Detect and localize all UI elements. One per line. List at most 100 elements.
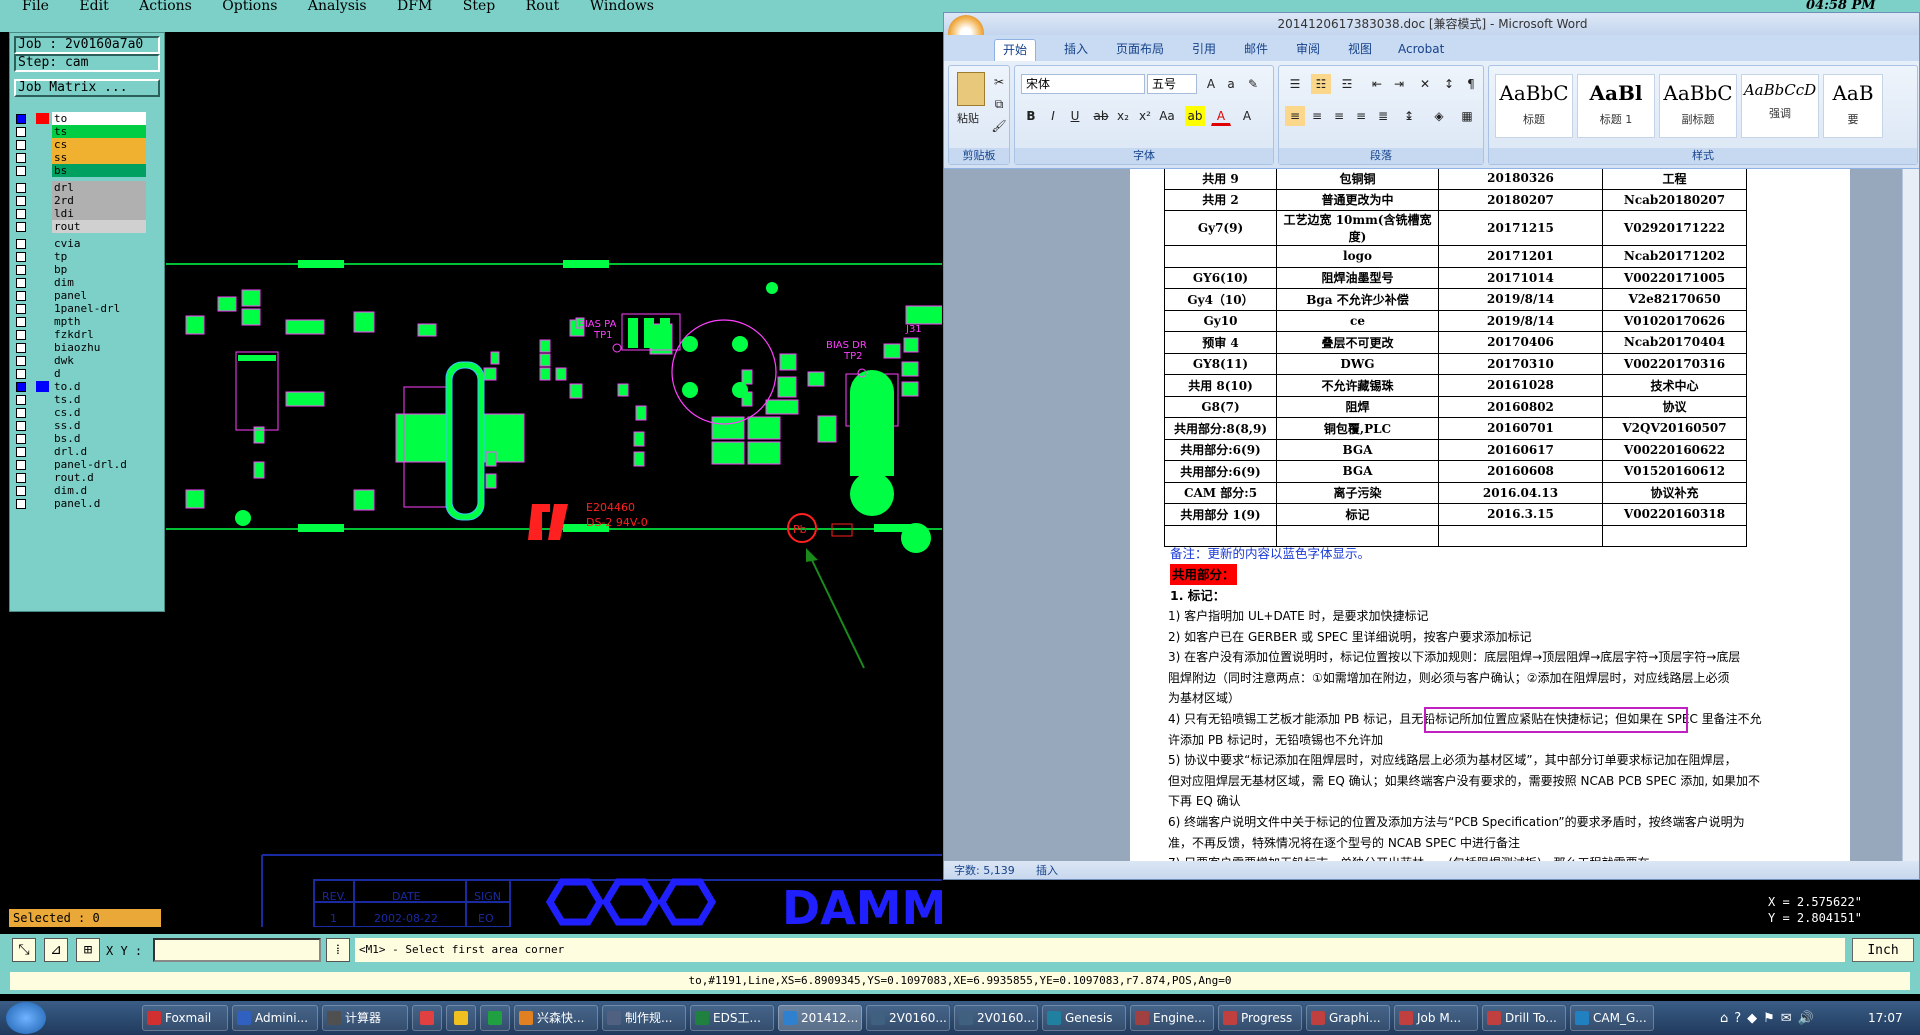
cut-icon[interactable]: ✂ xyxy=(989,72,1009,92)
layer-checkbox[interactable] xyxy=(16,356,26,366)
layer-checkbox[interactable] xyxy=(16,460,26,470)
zoom-tool-button[interactable]: ⤡ xyxy=(12,938,36,962)
align-center-icon[interactable]: ≡ xyxy=(1307,106,1327,126)
menu-file[interactable]: File xyxy=(22,0,49,13)
tab-acrobat[interactable]: Acrobat xyxy=(1398,39,1444,61)
grid-tool-button[interactable]: ⊞ xyxy=(76,938,100,962)
start-button[interactable] xyxy=(6,1002,46,1034)
layer-row[interactable]: ts xyxy=(14,125,146,138)
insert-mode[interactable]: 插入 xyxy=(1036,861,1058,879)
taskbar-item[interactable]: EDS工... xyxy=(690,1005,774,1031)
taskbar-item[interactable] xyxy=(446,1005,476,1031)
increase-indent-icon[interactable]: ⇥ xyxy=(1389,74,1409,94)
style-subtitle[interactable]: AaBbC 副标题 xyxy=(1659,74,1737,138)
borders-icon[interactable]: ▦ xyxy=(1457,106,1477,126)
taskbar-item[interactable]: Progress xyxy=(1218,1005,1302,1031)
subscript-icon[interactable]: x₂ xyxy=(1113,106,1133,126)
shading-icon[interactable]: ◈ xyxy=(1429,106,1449,126)
layer-checkbox[interactable] xyxy=(16,265,26,275)
layer-checkbox[interactable] xyxy=(16,252,26,262)
menu-analysis[interactable]: Analysis xyxy=(308,0,367,13)
show-marks-icon[interactable]: ¶ xyxy=(1461,74,1481,94)
sort-icon[interactable]: ↕ xyxy=(1439,74,1459,94)
layer-checkbox[interactable] xyxy=(16,291,26,301)
chinese-layout-icon[interactable]: ✕ xyxy=(1415,74,1435,94)
justify-icon[interactable]: ≡ xyxy=(1351,106,1371,126)
taskbar-item[interactable]: CAM_G... xyxy=(1570,1005,1654,1031)
align-right-icon[interactable]: ≡ xyxy=(1329,106,1349,126)
taskbar-item[interactable] xyxy=(412,1005,442,1031)
layer-row[interactable]: bs.d xyxy=(14,432,146,445)
genesis-graphic-canvas[interactable]: BIAS PA TP1 BIAS DR TP2 J31 E204460 DS-2… xyxy=(166,32,942,927)
layer-checkbox[interactable] xyxy=(16,317,26,327)
layer-checkbox[interactable] xyxy=(16,222,26,232)
layer-row[interactable]: ss.d xyxy=(14,419,146,432)
paste-button[interactable] xyxy=(957,72,985,106)
layer-row[interactable]: rout.d xyxy=(14,471,146,484)
layer-checkbox[interactable] xyxy=(16,166,26,176)
layer-checkbox[interactable] xyxy=(16,209,26,219)
taskbar-item[interactable]: 兴森快... xyxy=(514,1005,598,1031)
layer-row[interactable]: cs.d xyxy=(14,406,146,419)
tab-references[interactable]: 引用 xyxy=(1192,39,1216,61)
taskbar-item[interactable]: 制作规... xyxy=(602,1005,686,1031)
change-case-icon[interactable]: Aa xyxy=(1157,106,1177,126)
multilevel-icon[interactable]: ☲ xyxy=(1337,74,1357,94)
menu-windows[interactable]: Windows xyxy=(590,0,654,13)
layer-row[interactable]: 1panel-drl xyxy=(14,302,146,315)
layer-row[interactable]: ts.d xyxy=(14,393,146,406)
layer-row[interactable]: mpth xyxy=(14,315,146,328)
layer-row[interactable]: cvia xyxy=(14,237,146,250)
layer-checkbox[interactable] xyxy=(16,395,26,405)
menu-edit[interactable]: Edit xyxy=(79,0,108,13)
document-page[interactable]: 共用 9 包铜铜 20180326 工程 共用 2 普通更改为中 20180207 Ncab2… xyxy=(1130,169,1850,861)
menu-actions[interactable]: Actions xyxy=(139,0,192,13)
strikethrough-icon[interactable]: ab xyxy=(1091,106,1111,126)
layer-row[interactable]: dwk xyxy=(14,354,146,367)
layer-checkbox[interactable] xyxy=(16,140,26,150)
job-matrix-button[interactable]: Job Matrix ... xyxy=(14,79,160,97)
taskbar-item[interactable]: Job M... xyxy=(1394,1005,1478,1031)
font-size-select[interactable]: 五号 xyxy=(1147,74,1197,94)
layer-checkbox[interactable] xyxy=(16,486,26,496)
layer-row[interactable]: ss xyxy=(14,151,146,164)
distribute-icon[interactable]: ≣ xyxy=(1373,106,1393,126)
font-color-icon[interactable]: A xyxy=(1211,106,1231,126)
menu-dfm[interactable]: DFM xyxy=(397,0,432,13)
layer-row[interactable]: tp xyxy=(14,250,146,263)
bold-icon[interactable]: B xyxy=(1021,106,1041,126)
format-painter-icon[interactable]: 🖌 xyxy=(989,116,1009,136)
menu-options[interactable]: Options xyxy=(222,0,277,13)
xy-input[interactable] xyxy=(153,938,321,962)
style-emphasis[interactable]: AaBbCcD 强调 xyxy=(1741,74,1819,138)
layer-row[interactable]: drl xyxy=(14,181,146,194)
layer-row[interactable]: bs xyxy=(14,164,146,177)
tab-insert[interactable]: 插入 xyxy=(1064,39,1088,61)
tab-mailings[interactable]: 邮件 xyxy=(1244,39,1268,61)
layer-checkbox[interactable] xyxy=(16,473,26,483)
grow-font-icon[interactable]: A xyxy=(1201,74,1221,94)
taskbar-item[interactable]: 201412... xyxy=(778,1005,862,1031)
copy-icon[interactable]: ⧉ xyxy=(989,94,1009,114)
layer-checkbox[interactable] xyxy=(16,239,26,249)
layer-checkbox[interactable] xyxy=(16,183,26,193)
layer-checkbox[interactable] xyxy=(16,421,26,431)
highlight-icon[interactable]: ab xyxy=(1185,106,1205,126)
superscript-icon[interactable]: x² xyxy=(1135,106,1155,126)
layer-checkbox[interactable] xyxy=(16,196,26,206)
vertical-scrollbar[interactable] xyxy=(1902,169,1919,861)
taskbar-clock[interactable]: 17:07 xyxy=(1868,1004,1918,1032)
layer-row[interactable]: cs xyxy=(14,138,146,151)
layer-row[interactable]: rout xyxy=(14,220,146,233)
numbering-icon[interactable]: ☷ xyxy=(1311,74,1331,94)
taskbar-item[interactable]: Admini... xyxy=(232,1005,318,1031)
layer-row[interactable]: ldi xyxy=(14,207,146,220)
clear-format-icon[interactable]: ✎ xyxy=(1243,74,1263,94)
layer-checkbox[interactable] xyxy=(16,434,26,444)
tab-view[interactable]: 视图 xyxy=(1348,39,1372,61)
layer-checkbox[interactable] xyxy=(16,127,26,137)
layer-row[interactable]: biaozhu xyxy=(14,341,146,354)
taskbar-item[interactable]: Graphi... xyxy=(1306,1005,1390,1031)
layer-row[interactable]: dim.d xyxy=(14,484,146,497)
font-name-select[interactable]: 宋体 xyxy=(1021,74,1145,94)
